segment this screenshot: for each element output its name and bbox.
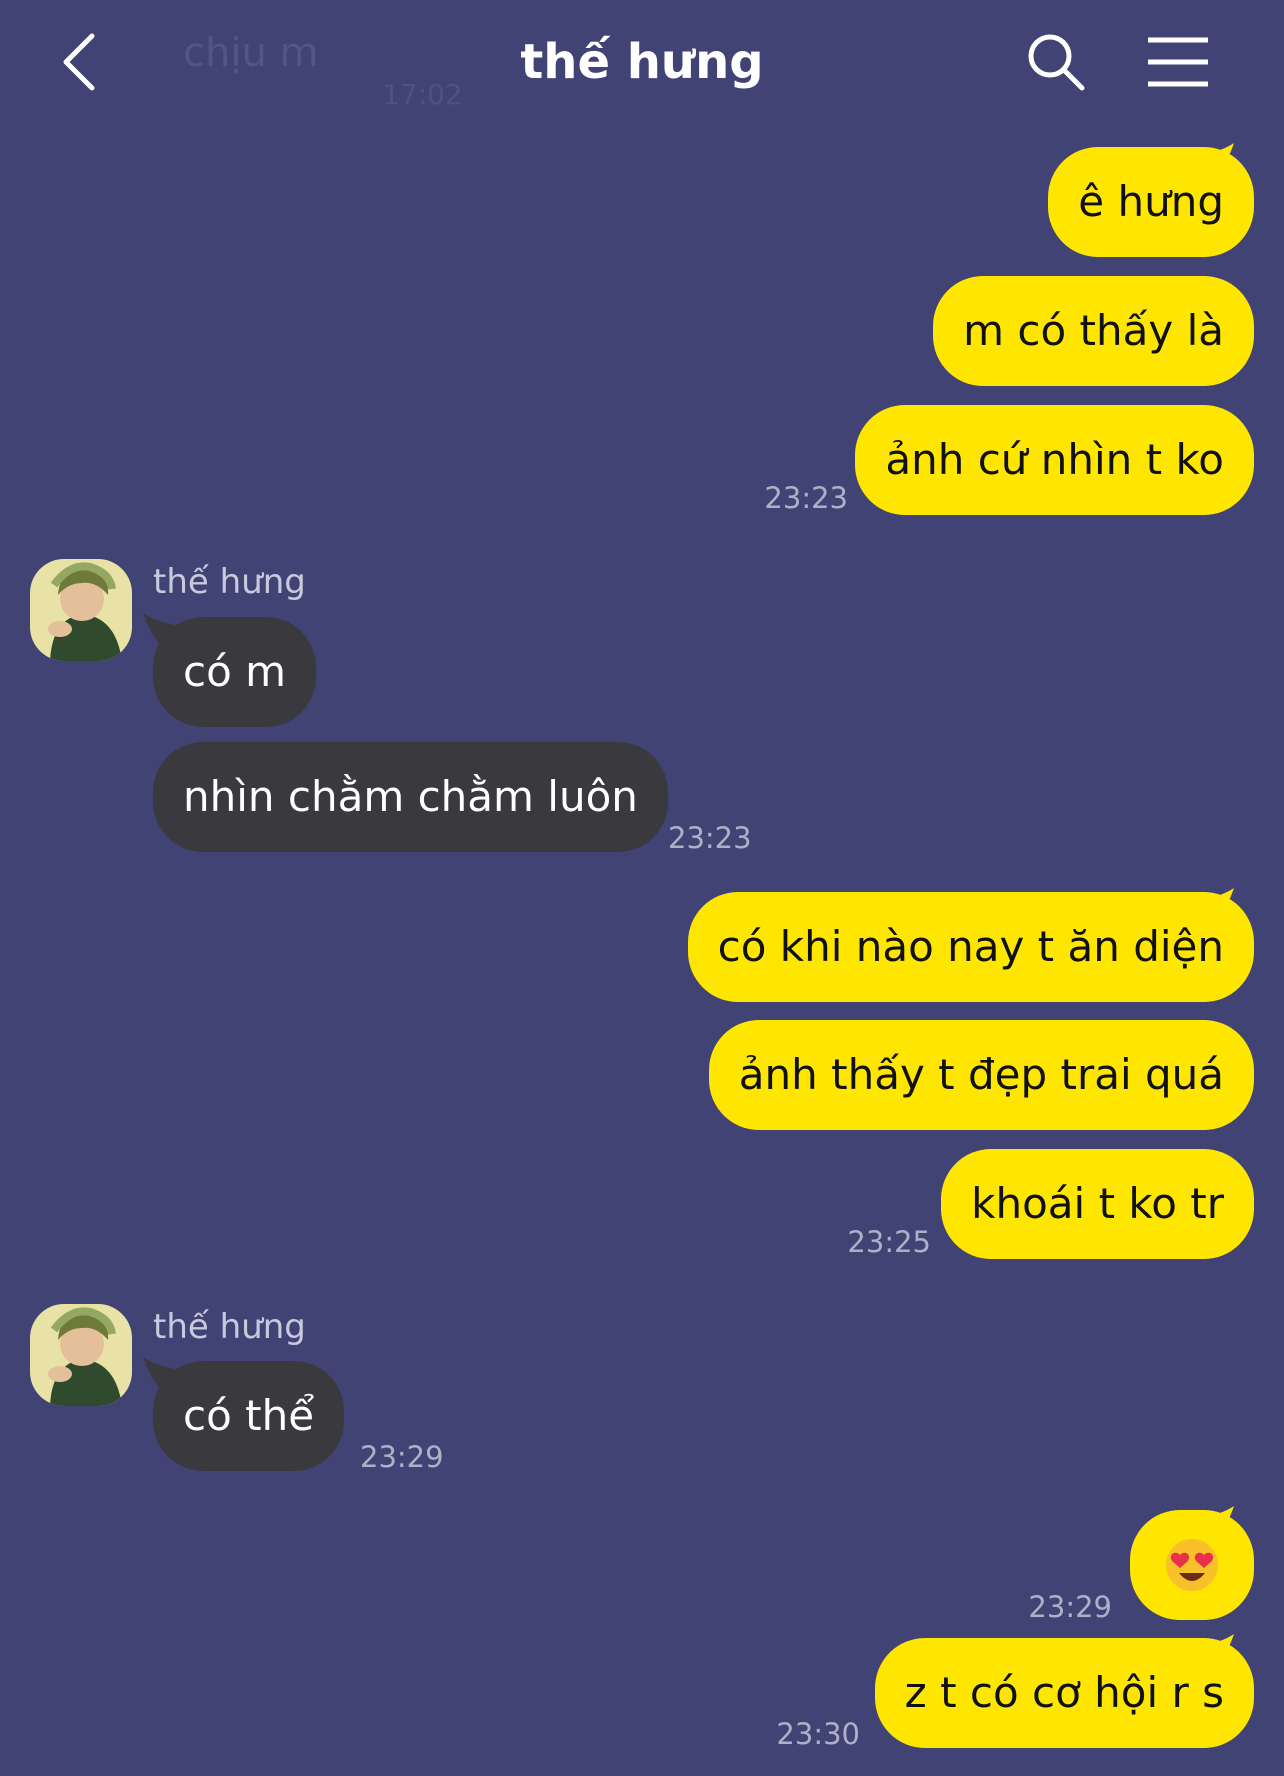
incoming-message[interactable]: nhìn chằm chằm luôn <box>153 742 668 852</box>
message-text: m có thấy là <box>963 306 1224 355</box>
bubble-tail <box>143 613 175 643</box>
message-timestamp: 23:23 <box>764 481 848 515</box>
chat-header: chịu m 17:02 thế hưng <box>0 0 1284 130</box>
outgoing-message[interactable]: ê hưng <box>1048 143 1254 257</box>
message-timestamp: 23:23 <box>668 821 752 855</box>
message-timestamp: 23:29 <box>1028 1590 1112 1624</box>
bubble-tail <box>1202 888 1234 918</box>
sender-name: thế hưng <box>153 1307 306 1347</box>
outgoing-message[interactable]: có khi nào nay t ăn diện <box>687 888 1254 1002</box>
message-text: có thể <box>183 1391 315 1440</box>
outgoing-message[interactable]: m có thấy là <box>933 276 1254 386</box>
message-text: có m <box>183 647 287 696</box>
menu-icon[interactable] <box>1146 36 1210 88</box>
outgoing-message[interactable] <box>1130 1506 1254 1620</box>
message-text: nhìn chằm chằm luôn <box>183 772 638 821</box>
message-text: ảnh cứ nhìn t ko <box>885 435 1224 484</box>
sender-name: thế hưng <box>153 562 306 602</box>
contact-avatar[interactable] <box>30 559 132 661</box>
outgoing-message[interactable]: khoái t ko tr <box>941 1149 1254 1259</box>
contact-avatar[interactable] <box>30 1304 132 1406</box>
search-icon[interactable] <box>1026 32 1086 92</box>
incoming-message[interactable]: có m <box>143 613 317 727</box>
outgoing-message[interactable]: ảnh cứ nhìn t ko <box>855 405 1254 515</box>
outgoing-message[interactable]: ảnh thấy t đẹp trai quá <box>708 1020 1254 1130</box>
message-text: khoái t ko tr <box>971 1179 1224 1228</box>
message-text: ảnh thấy t đẹp trai quá <box>738 1050 1224 1099</box>
bubble-tail <box>1202 1634 1234 1664</box>
message-timestamp: 23:25 <box>847 1225 931 1259</box>
message-text: z t có cơ hội r s <box>904 1668 1224 1717</box>
bubble-tail <box>1202 143 1234 173</box>
chat-title: thế hưng <box>520 34 764 90</box>
message-text: có khi nào nay t ăn diện <box>717 922 1224 971</box>
message-text: ê hưng <box>1078 177 1224 226</box>
bubble-tail <box>143 1357 175 1387</box>
message-timestamp: 23:30 <box>776 1717 860 1751</box>
incoming-message[interactable]: có thể <box>143 1357 345 1471</box>
heart-eyes-emoji <box>1166 1539 1218 1591</box>
bubble-tail <box>1202 1506 1234 1536</box>
outgoing-message[interactable]: z t có cơ hội r s <box>874 1634 1254 1748</box>
message-timestamp: 23:29 <box>360 1440 444 1474</box>
